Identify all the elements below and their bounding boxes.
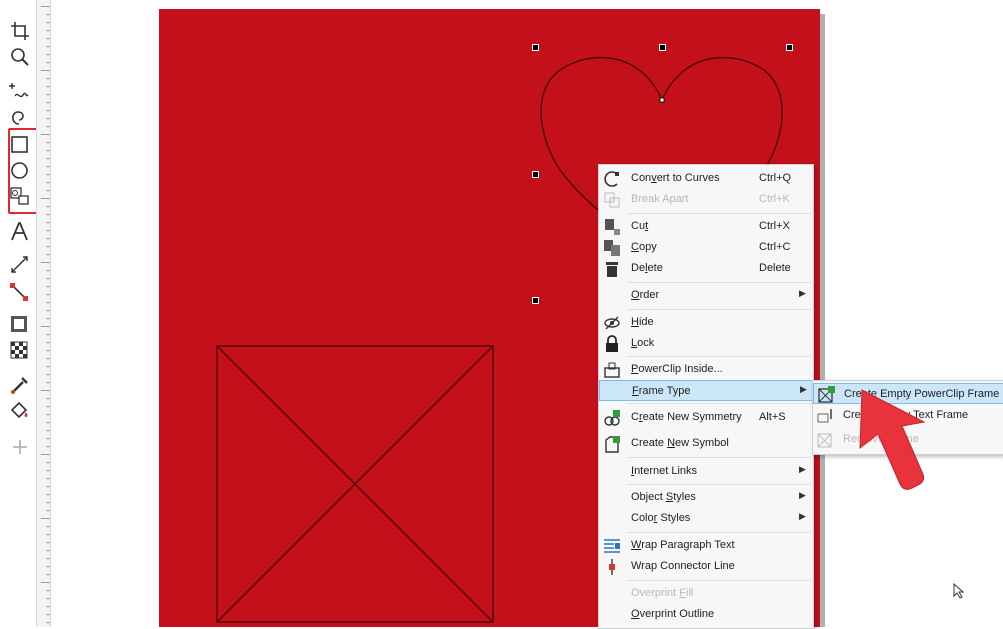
mouse-cursor-icon — [953, 583, 965, 599]
selection-handle-middle-left[interactable] — [532, 171, 539, 178]
menu-item-create-new-symmetry[interactable]: Create New Symmetry Alt+S — [599, 407, 813, 428]
menu-item-frame-type[interactable]: Frame Type ▶ — [599, 380, 813, 401]
menu-item-shortcut: Delete — [759, 262, 791, 274]
text-frame-icon — [817, 409, 832, 423]
menu-item-wrap-paragraph-text[interactable]: Wrap Paragraph Text — [599, 535, 813, 556]
submenu-arrow-icon: ▶ — [800, 384, 807, 394]
connector-line-icon — [609, 559, 615, 575]
menu-item-object-styles[interactable]: Object Styles ▶ — [599, 487, 813, 508]
menu-item-label: Overprint Fill — [631, 587, 694, 599]
powerclip-icon — [604, 362, 620, 378]
submenu-arrow-icon: ▶ — [799, 511, 806, 521]
menu-item-label: PowerClip Inside... — [631, 363, 723, 375]
selection-handle-top-right[interactable] — [786, 44, 793, 51]
context-menu: Convert to Curves Ctrl+Q Break Apart Ctr… — [598, 164, 814, 629]
menu-separator — [627, 532, 811, 533]
menu-item-label: Hide — [631, 316, 654, 328]
lock-icon — [606, 335, 618, 352]
menu-separator — [627, 356, 811, 357]
menu-item-lock[interactable]: Lock — [599, 333, 813, 354]
trash-icon — [606, 262, 618, 277]
menu-item-delete[interactable]: Delete Delete — [599, 258, 813, 279]
hide-eye-icon — [604, 316, 620, 330]
menu-item-internet-links[interactable]: Internet Links ▶ — [599, 461, 813, 482]
remove-frame-icon — [817, 433, 832, 448]
menu-item-break-apart[interactable]: Break Apart Ctrl+K — [599, 189, 813, 210]
menu-item-label: Break Apart — [631, 193, 689, 205]
wrap-text-icon — [604, 539, 620, 553]
menu-item-label: Object Styles — [631, 491, 696, 503]
menu-item-powerclip-inside[interactable]: PowerClip Inside... — [599, 359, 813, 380]
menu-item-copy[interactable]: Copy Ctrl+C — [599, 237, 813, 258]
menu-item-label: Order — [631, 289, 660, 301]
powerclip-frame-icon — [818, 386, 835, 403]
submenu-arrow-icon: ▶ — [799, 464, 806, 474]
menu-item-label: Create New Symmetry — [631, 411, 742, 423]
menu-separator — [627, 282, 811, 283]
menu-item-label: Internet Links — [631, 465, 698, 477]
menu-item-convert-to-curves[interactable]: Convert to Curves Ctrl+Q — [599, 168, 813, 189]
menu-separator — [627, 213, 811, 214]
menu-separator — [627, 309, 811, 310]
placeholder-frame-cross — [216, 345, 494, 623]
symbol-icon — [605, 436, 620, 453]
menu-item-cut[interactable]: Cut Ctrl+X — [599, 216, 813, 237]
symmetry-icon — [604, 410, 620, 426]
submenu-arrow-icon: ▶ — [799, 490, 806, 500]
tutorial-arrow-icon — [859, 389, 926, 490]
menu-separator — [627, 484, 811, 485]
menu-item-label: Convert to Curves — [631, 172, 720, 184]
selection-handle-top-center[interactable] — [659, 44, 666, 51]
menu-item-label: Wrap Paragraph Text — [631, 539, 735, 551]
break-apart-icon — [604, 192, 620, 208]
menu-item-hide[interactable]: Hide — [599, 312, 813, 333]
heart-node — [659, 97, 665, 103]
selection-handle-top-left[interactable] — [532, 44, 539, 51]
menu-item-create-new-symbol[interactable]: Create New Symbol — [599, 433, 813, 454]
submenu-arrow-icon: ▶ — [799, 288, 806, 298]
menu-item-label: Frame Type — [632, 385, 691, 397]
menu-item-overprint-fill[interactable]: Overprint Fill — [599, 583, 813, 604]
menu-item-label: Cut — [631, 220, 649, 232]
menu-separator — [627, 580, 811, 581]
menu-item-label: Color Styles — [631, 512, 691, 524]
menu-item-overprint-outline[interactable]: Overprint Outline — [599, 604, 813, 625]
menu-separator — [627, 457, 811, 458]
menu-item-shortcut: Ctrl+C — [759, 241, 791, 253]
menu-item-shortcut: Ctrl+K — [759, 193, 790, 205]
menu-item-shortcut: Ctrl+X — [759, 220, 790, 232]
menu-separator — [627, 403, 811, 404]
menu-item-label: Wrap Connector Line — [631, 560, 735, 572]
convert-to-curves-icon — [604, 171, 619, 187]
menu-item-label: Overprint Outline — [631, 608, 715, 620]
cut-icon — [605, 219, 620, 235]
menu-item-wrap-connector-line[interactable]: Wrap Connector Line — [599, 556, 813, 577]
menu-item-color-styles[interactable]: Color Styles ▶ — [599, 508, 813, 529]
menu-item-label: Lock — [631, 337, 655, 349]
menu-item-label: Copy — [631, 241, 657, 253]
menu-item-label: Create New Symbol — [631, 437, 729, 449]
menu-item-shortcut: Ctrl+Q — [759, 172, 792, 184]
selection-handle-bottom-left[interactable] — [532, 297, 539, 304]
menu-item-order[interactable]: Order ▶ — [599, 285, 813, 306]
menu-item-shortcut: Alt+S — [759, 411, 786, 423]
menu-item-label: Delete — [631, 262, 663, 274]
canvas-objects — [216, 56, 783, 623]
copy-icon — [604, 240, 620, 256]
